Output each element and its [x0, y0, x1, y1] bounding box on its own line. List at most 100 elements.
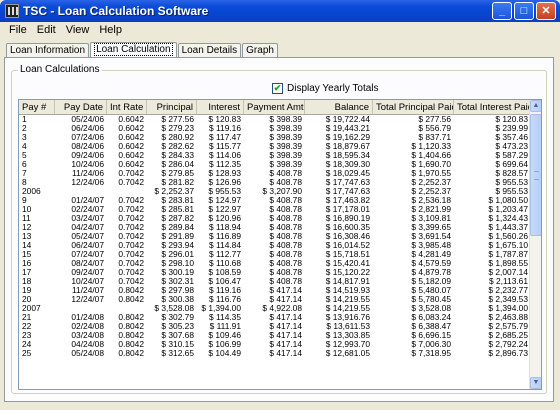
scroll-down-icon[interactable]: ▼	[530, 377, 541, 389]
table-row[interactable]: 18 10/24/07 0.7042 $ 302.31 $ 106.47 $ 408.78…	[19, 277, 541, 286]
table-cell	[55, 304, 107, 313]
display-yearly-totals[interactable]: ✔ Display Yearly Totals	[272, 83, 379, 94]
menu-file[interactable]: File	[4, 24, 32, 36]
table-cell: $ 1,675.10	[488, 241, 528, 250]
table-row[interactable]: 5 09/24/06 0.6042 $ 284.33 $ 114.06 $ 398.39 $…	[19, 151, 541, 160]
table-cell: 22	[22, 322, 32, 331]
table-cell: $ 1,898.55	[488, 259, 528, 268]
table-cell: 0.8042	[118, 349, 144, 358]
col-header-int-rate[interactable]: Int Rate	[107, 100, 147, 114]
table-row[interactable]: 2006 $ 2,252.37 $ 955.53 $ 3,207.90 $ 17,747…	[19, 187, 541, 196]
amortization-table[interactable]: Pay # Pay Date Int Rate Principal Intere…	[18, 99, 542, 390]
table-row[interactable]: 19 11/24/07 0.8042 $ 297.98 $ 119.16 $ 417.14…	[19, 286, 541, 295]
table-cell: $ 282.62	[161, 142, 194, 151]
table-cell: 2007	[22, 304, 41, 313]
table-cell: 0.6042	[118, 151, 144, 160]
col-header-pay-num[interactable]: Pay #	[19, 100, 55, 114]
table-cell: $ 2,232.77	[488, 286, 528, 295]
table-cell: 03/24/08	[71, 331, 104, 340]
table-cell: $ 408.78	[269, 250, 302, 259]
table-cell: $ 408.78	[269, 232, 302, 241]
scroll-up-icon[interactable]: ▲	[530, 100, 541, 112]
table-cell: $ 114.84	[209, 241, 241, 250]
table-row[interactable]: 11 03/24/07 0.7042 $ 287.82 $ 120.96 $ 408.78…	[19, 214, 541, 223]
menu-view[interactable]: View	[61, 24, 95, 36]
table-row[interactable]: 14 06/24/07 0.7042 $ 293.94 $ 114.84 $ 408.78…	[19, 241, 541, 250]
table-row[interactable]: 2 06/24/06 0.6042 $ 279.23 $ 119.16 $ 398.39 $…	[19, 124, 541, 133]
table-cell: $ 111.91	[209, 322, 241, 331]
col-header-principal[interactable]: Principal	[147, 100, 197, 114]
menu-help[interactable]: Help	[94, 24, 127, 36]
table-cell: $ 699.64	[495, 160, 528, 169]
table-row[interactable]: 9 01/24/07 0.7042 $ 283.81 $ 124.97 $ 408.78 $…	[19, 196, 541, 205]
table-cell: $ 417.14	[269, 340, 302, 349]
table-cell: 13	[22, 232, 32, 241]
table-row[interactable]: 20 12/24/07 0.8042 $ 300.38 $ 116.76 $ 417.14…	[19, 295, 541, 304]
table-cell: $ 408.78	[269, 259, 302, 268]
table-cell: $ 2,252.37	[154, 187, 194, 196]
table-row[interactable]: 8 12/24/06 0.7042 $ 281.82 $ 126.96 $ 408.78 $…	[19, 178, 541, 187]
table-cell: 21	[22, 313, 32, 322]
table-cell: $ 398.39	[269, 151, 302, 160]
close-button[interactable]: ✕	[536, 2, 556, 20]
table-row[interactable]: 21 01/24/08 0.8042 $ 302.79 $ 114.35 $ 417.14…	[19, 313, 541, 322]
col-header-total-interest[interactable]: Total Interest Paid	[454, 100, 531, 114]
checkbox-checked-icon[interactable]: ✔	[272, 83, 283, 94]
title-bar[interactable]: TSC - Loan Calculation Software _ □ ✕	[0, 0, 560, 22]
table-row[interactable]: 24 04/24/08 0.8042 $ 310.15 $ 106.99 $ 417.14…	[19, 340, 541, 349]
table-cell: $ 307.68	[161, 331, 194, 340]
table-row[interactable]: 13 05/24/07 0.7042 $ 291.89 $ 116.89 $ 408.78…	[19, 232, 541, 241]
table-cell: 01/24/07	[71, 196, 104, 205]
table-row[interactable]: 25 05/24/08 0.8042 $ 312.65 $ 104.49 $ 417.14…	[19, 349, 541, 358]
table-cell: $ 297.98	[161, 286, 194, 295]
table-row[interactable]: 22 02/24/08 0.8042 $ 305.23 $ 111.91 $ 417.14…	[19, 322, 541, 331]
table-row[interactable]: 1 05/24/06 0.6042 $ 277.56 $ 120.83 $ 398.39 $…	[19, 115, 541, 124]
col-header-interest[interactable]: Interest	[197, 100, 244, 114]
minimize-button[interactable]: _	[492, 2, 512, 20]
scroll-thumb[interactable]	[530, 114, 541, 236]
table-cell: $ 1,120.33	[411, 142, 451, 151]
table-cell: 12/24/07	[71, 295, 104, 304]
table-cell: $ 14,519.93	[325, 286, 370, 295]
col-header-payment-amt[interactable]: Payment Amt	[244, 100, 305, 114]
vertical-scrollbar[interactable]: ▲ ▼	[529, 100, 541, 389]
table-cell: $ 128.93	[208, 169, 241, 178]
table-cell: $ 408.78	[269, 268, 302, 277]
table-row[interactable]: 4 08/24/06 0.6042 $ 282.62 $ 115.77 $ 398.39 $…	[19, 142, 541, 151]
table-cell: $ 1,394.00	[201, 304, 241, 313]
tab-loan-details[interactable]: Loan Details	[177, 43, 242, 58]
table-cell: 04/24/07	[71, 223, 104, 232]
table-cell: $ 6,083.24	[411, 313, 451, 322]
col-header-pay-date[interactable]: Pay Date	[55, 100, 107, 114]
table-row[interactable]: 10 02/24/07 0.7042 $ 285.81 $ 122.97 $ 408.78…	[19, 205, 541, 214]
tab-loan-information[interactable]: Loan Information	[6, 43, 90, 58]
table-cell: $ 2,792.24	[488, 340, 528, 349]
table-cell: $ 122.97	[208, 205, 241, 214]
table-row[interactable]: 6 10/24/06 0.6042 $ 286.04 $ 112.35 $ 398.39 $…	[19, 160, 541, 169]
table-cell: $ 15,120.22	[325, 268, 370, 277]
table-cell: $ 12,681.05	[325, 349, 370, 358]
table-cell: $ 119.16	[209, 286, 241, 295]
table-cell: $ 14,817.91	[325, 277, 370, 286]
table-cell: 0.7042	[118, 196, 144, 205]
table-cell: $ 2,685.25	[488, 331, 528, 340]
table-row[interactable]: 15 07/24/07 0.7042 $ 296.01 $ 112.77 $ 408.78…	[19, 250, 541, 259]
table-cell: $ 298.10	[161, 259, 194, 268]
col-header-balance[interactable]: Balance	[305, 100, 373, 114]
table-cell: 0.7042	[118, 277, 144, 286]
table-cell: $ 17,463.82	[325, 196, 370, 205]
tab-graph[interactable]: Graph	[242, 43, 278, 58]
table-row[interactable]: 12 04/24/07 0.7042 $ 289.84 $ 118.94 $ 408.78…	[19, 223, 541, 232]
table-cell: $ 398.39	[269, 133, 302, 142]
table-row[interactable]: 2007 $ 3,528.08 $ 1,394.00 $ 4,922.08 $ 14,2…	[19, 304, 541, 313]
table-row[interactable]: 16 08/24/07 0.7042 $ 298.10 $ 110.68 $ 408.78…	[19, 259, 541, 268]
maximize-button[interactable]: □	[514, 2, 534, 20]
table-row[interactable]: 7 11/24/06 0.7042 $ 279.85 $ 128.93 $ 408.78 $…	[19, 169, 541, 178]
col-header-total-principal[interactable]: Total Principal Paid	[373, 100, 454, 114]
table-row[interactable]: 23 03/24/08 0.8042 $ 307.68 $ 109.46 $ 417.14…	[19, 331, 541, 340]
table-cell: 0.6042	[118, 124, 144, 133]
menu-edit[interactable]: Edit	[32, 24, 61, 36]
table-cell: $ 408.78	[269, 205, 302, 214]
table-row[interactable]: 17 09/24/07 0.7042 $ 300.19 $ 108.59 $ 408.78…	[19, 268, 541, 277]
table-row[interactable]: 3 07/24/06 0.6042 $ 280.92 $ 117.47 $ 398.39 $…	[19, 133, 541, 142]
